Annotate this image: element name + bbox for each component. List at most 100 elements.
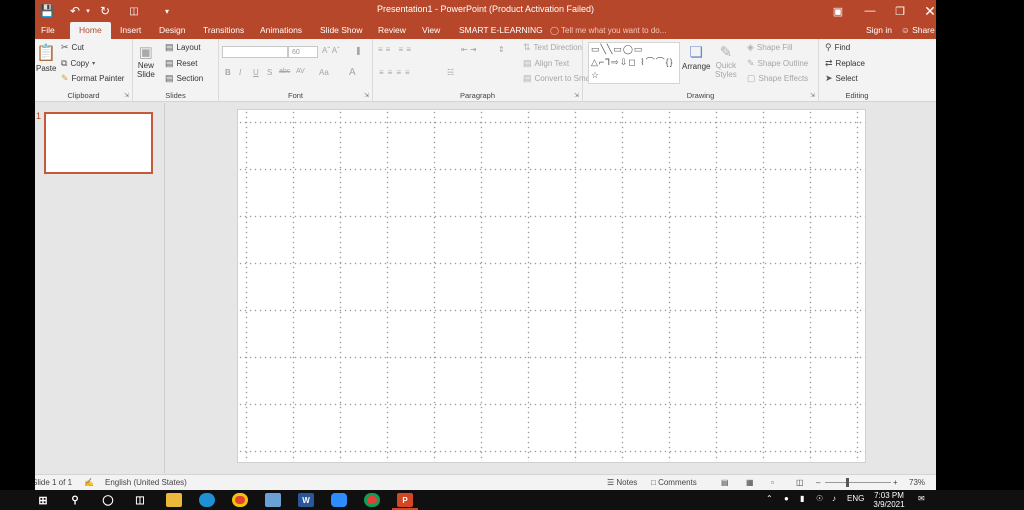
- grow-font-button[interactable]: Aˆ Aˇ: [322, 46, 340, 55]
- ribbon-display-options-icon[interactable]: ▣: [823, 0, 853, 22]
- normal-view-icon[interactable]: ▤: [721, 478, 729, 487]
- font-size-combo[interactable]: 60: [288, 46, 318, 58]
- zoom-slider[interactable]: [825, 482, 891, 483]
- find-button[interactable]: ⚲ Find: [825, 42, 850, 53]
- file-explorer-icon[interactable]: [166, 493, 182, 507]
- italic-button[interactable]: I: [239, 68, 241, 77]
- share-button[interactable]: ☺ Share: [901, 22, 935, 39]
- dialog-launcher-icon[interactable]: ⇲: [124, 92, 129, 99]
- paste-button[interactable]: 📋 Paste: [36, 43, 56, 73]
- line-spacing-icon[interactable]: ⇕: [498, 45, 505, 54]
- reset-button[interactable]: ▤ Reset: [165, 58, 197, 69]
- spell-check-icon[interactable]: ✍: [84, 478, 94, 487]
- input-language[interactable]: ENG: [847, 494, 864, 503]
- tab-animations[interactable]: Animations: [260, 22, 302, 39]
- character-spacing-button[interactable]: AV: [296, 68, 305, 75]
- tab-file[interactable]: File: [41, 22, 55, 39]
- text-direction-button[interactable]: ⇅ Text Direction: [523, 42, 582, 53]
- zoom-level[interactable]: 73%: [909, 478, 925, 487]
- language-indicator[interactable]: English (United States): [105, 478, 187, 487]
- clear-formatting-icon[interactable]: ❚: [355, 46, 362, 55]
- tab-slide-show[interactable]: Slide Show: [320, 22, 363, 39]
- restore-icon[interactable]: ❐: [885, 0, 915, 22]
- bold-button[interactable]: B: [225, 68, 231, 77]
- slide-thumbnail[interactable]: [44, 112, 153, 174]
- minimize-icon[interactable]: —: [855, 0, 885, 22]
- window-title: Presentation1 - PowerPoint (Product Acti…: [376, 4, 595, 14]
- dialog-launcher-icon[interactable]: ⇲: [364, 92, 369, 99]
- layout-button[interactable]: ▤ Layout: [165, 42, 201, 53]
- zoom-slider-thumb[interactable]: [846, 478, 849, 487]
- cut-button[interactable]: ✂ Cut: [61, 42, 84, 53]
- smartart-icon: ▤: [523, 73, 532, 83]
- section-button[interactable]: ▤ Section: [165, 73, 203, 84]
- tab-insert[interactable]: Insert: [120, 22, 141, 39]
- bullets-numbering-icons[interactable]: ≡≡ ≡≡: [378, 45, 414, 54]
- strikethrough-button[interactable]: abc: [279, 68, 290, 75]
- tab-transitions[interactable]: Transitions: [203, 22, 244, 39]
- tab-view[interactable]: View: [422, 22, 440, 39]
- dialog-launcher-icon[interactable]: ⇲: [574, 92, 579, 99]
- editing-group: ⚲ Find ⇄ Replace ➤ Select Editing: [819, 39, 895, 102]
- quick-styles-button[interactable]: ✎ Quick Styles: [715, 43, 737, 79]
- edge-icon[interactable]: [199, 493, 215, 507]
- tab-design[interactable]: Design: [159, 22, 185, 39]
- clock[interactable]: 7:03 PM 3/9/2021: [866, 491, 912, 509]
- new-slide-button[interactable]: ▣ New Slide: [137, 43, 155, 79]
- word-icon[interactable]: W: [298, 493, 314, 507]
- zoom-out-icon[interactable]: –: [816, 478, 820, 487]
- lightbulb-icon: ◯: [550, 26, 562, 35]
- change-case-button[interactable]: Aa: [319, 68, 329, 77]
- reading-view-icon[interactable]: ▫: [771, 478, 774, 487]
- shape-fill-button[interactable]: ◈ Shape Fill: [747, 42, 793, 53]
- notes-button[interactable]: ☰ Notes: [607, 478, 637, 487]
- slide-show-icon[interactable]: ◫: [796, 478, 804, 487]
- cortana-icon[interactable]: ◯: [100, 493, 116, 507]
- shape-effects-button[interactable]: ▢ Shape Effects: [747, 73, 808, 84]
- alignment-icons[interactable]: ≡≡≡≡: [379, 68, 414, 77]
- chrome-icon[interactable]: [364, 493, 380, 507]
- replace-button[interactable]: ⇄ Replace: [825, 58, 865, 69]
- indent-icons[interactable]: ⇤⇥: [461, 45, 478, 54]
- comments-button[interactable]: □ Comments: [651, 478, 697, 487]
- task-view-icon[interactable]: ◫: [132, 493, 148, 507]
- slide-sorter-icon[interactable]: ▦: [746, 478, 754, 487]
- format-painter-button[interactable]: ✎ Format Painter: [61, 73, 124, 84]
- app-icon[interactable]: [265, 493, 281, 507]
- tab-home[interactable]: Home: [70, 22, 111, 39]
- close-icon[interactable]: ✕: [915, 0, 936, 22]
- reset-label: Reset: [176, 59, 198, 68]
- shape-outline-button[interactable]: ✎ Shape Outline: [747, 58, 808, 69]
- shadow-button[interactable]: S: [267, 68, 272, 77]
- sign-in-link[interactable]: Sign in: [866, 22, 892, 39]
- tab-review[interactable]: Review: [378, 22, 406, 39]
- select-button[interactable]: ➤ Select: [825, 73, 858, 84]
- tell-me-box[interactable]: ◯ Tell me what you want to do...: [550, 22, 666, 39]
- shapes-gallery[interactable]: ▭╲╲▭◯▭ △⌐⅂⇨⇩◻ ⌇⌒⌒{}☆: [588, 42, 680, 84]
- slide-canvas[interactable]: [237, 109, 866, 463]
- copy-icon: ⧉: [61, 58, 68, 68]
- zoom-icon[interactable]: [331, 493, 347, 507]
- show-hidden-icons[interactable]: ⌃: [766, 494, 773, 503]
- windows-start-icon[interactable]: ⊞: [35, 493, 51, 507]
- battery-icon[interactable]: ▮: [800, 494, 804, 503]
- copy-button[interactable]: ⧉ Copy ▾: [61, 58, 95, 69]
- underline-button[interactable]: U: [253, 68, 259, 77]
- powerpoint-icon[interactable]: P: [397, 493, 413, 507]
- arrange-button[interactable]: ❏ Arrange: [682, 43, 710, 71]
- microphone-icon[interactable]: ●: [784, 494, 789, 503]
- search-icon[interactable]: ⚲: [67, 493, 83, 507]
- paste-label: Paste: [36, 64, 57, 73]
- zoom-in-icon[interactable]: +: [893, 478, 898, 487]
- dialog-launcher-icon[interactable]: ⇲: [810, 92, 815, 99]
- volume-icon[interactable]: ♪: [832, 494, 836, 503]
- font-color-button[interactable]: A: [349, 67, 356, 78]
- wifi-icon[interactable]: ☉: [816, 494, 823, 503]
- chrome-icon[interactable]: [232, 493, 248, 507]
- columns-icon[interactable]: ☵: [447, 68, 454, 77]
- align-text-button[interactable]: ▤ Align Text: [523, 58, 569, 69]
- font-name-combo[interactable]: [222, 46, 288, 58]
- tab-smart-e-learning[interactable]: SMART E-LEARNING: [459, 22, 543, 39]
- notifications-icon[interactable]: ✉: [918, 494, 925, 503]
- chevron-down-icon: ▾: [92, 61, 96, 67]
